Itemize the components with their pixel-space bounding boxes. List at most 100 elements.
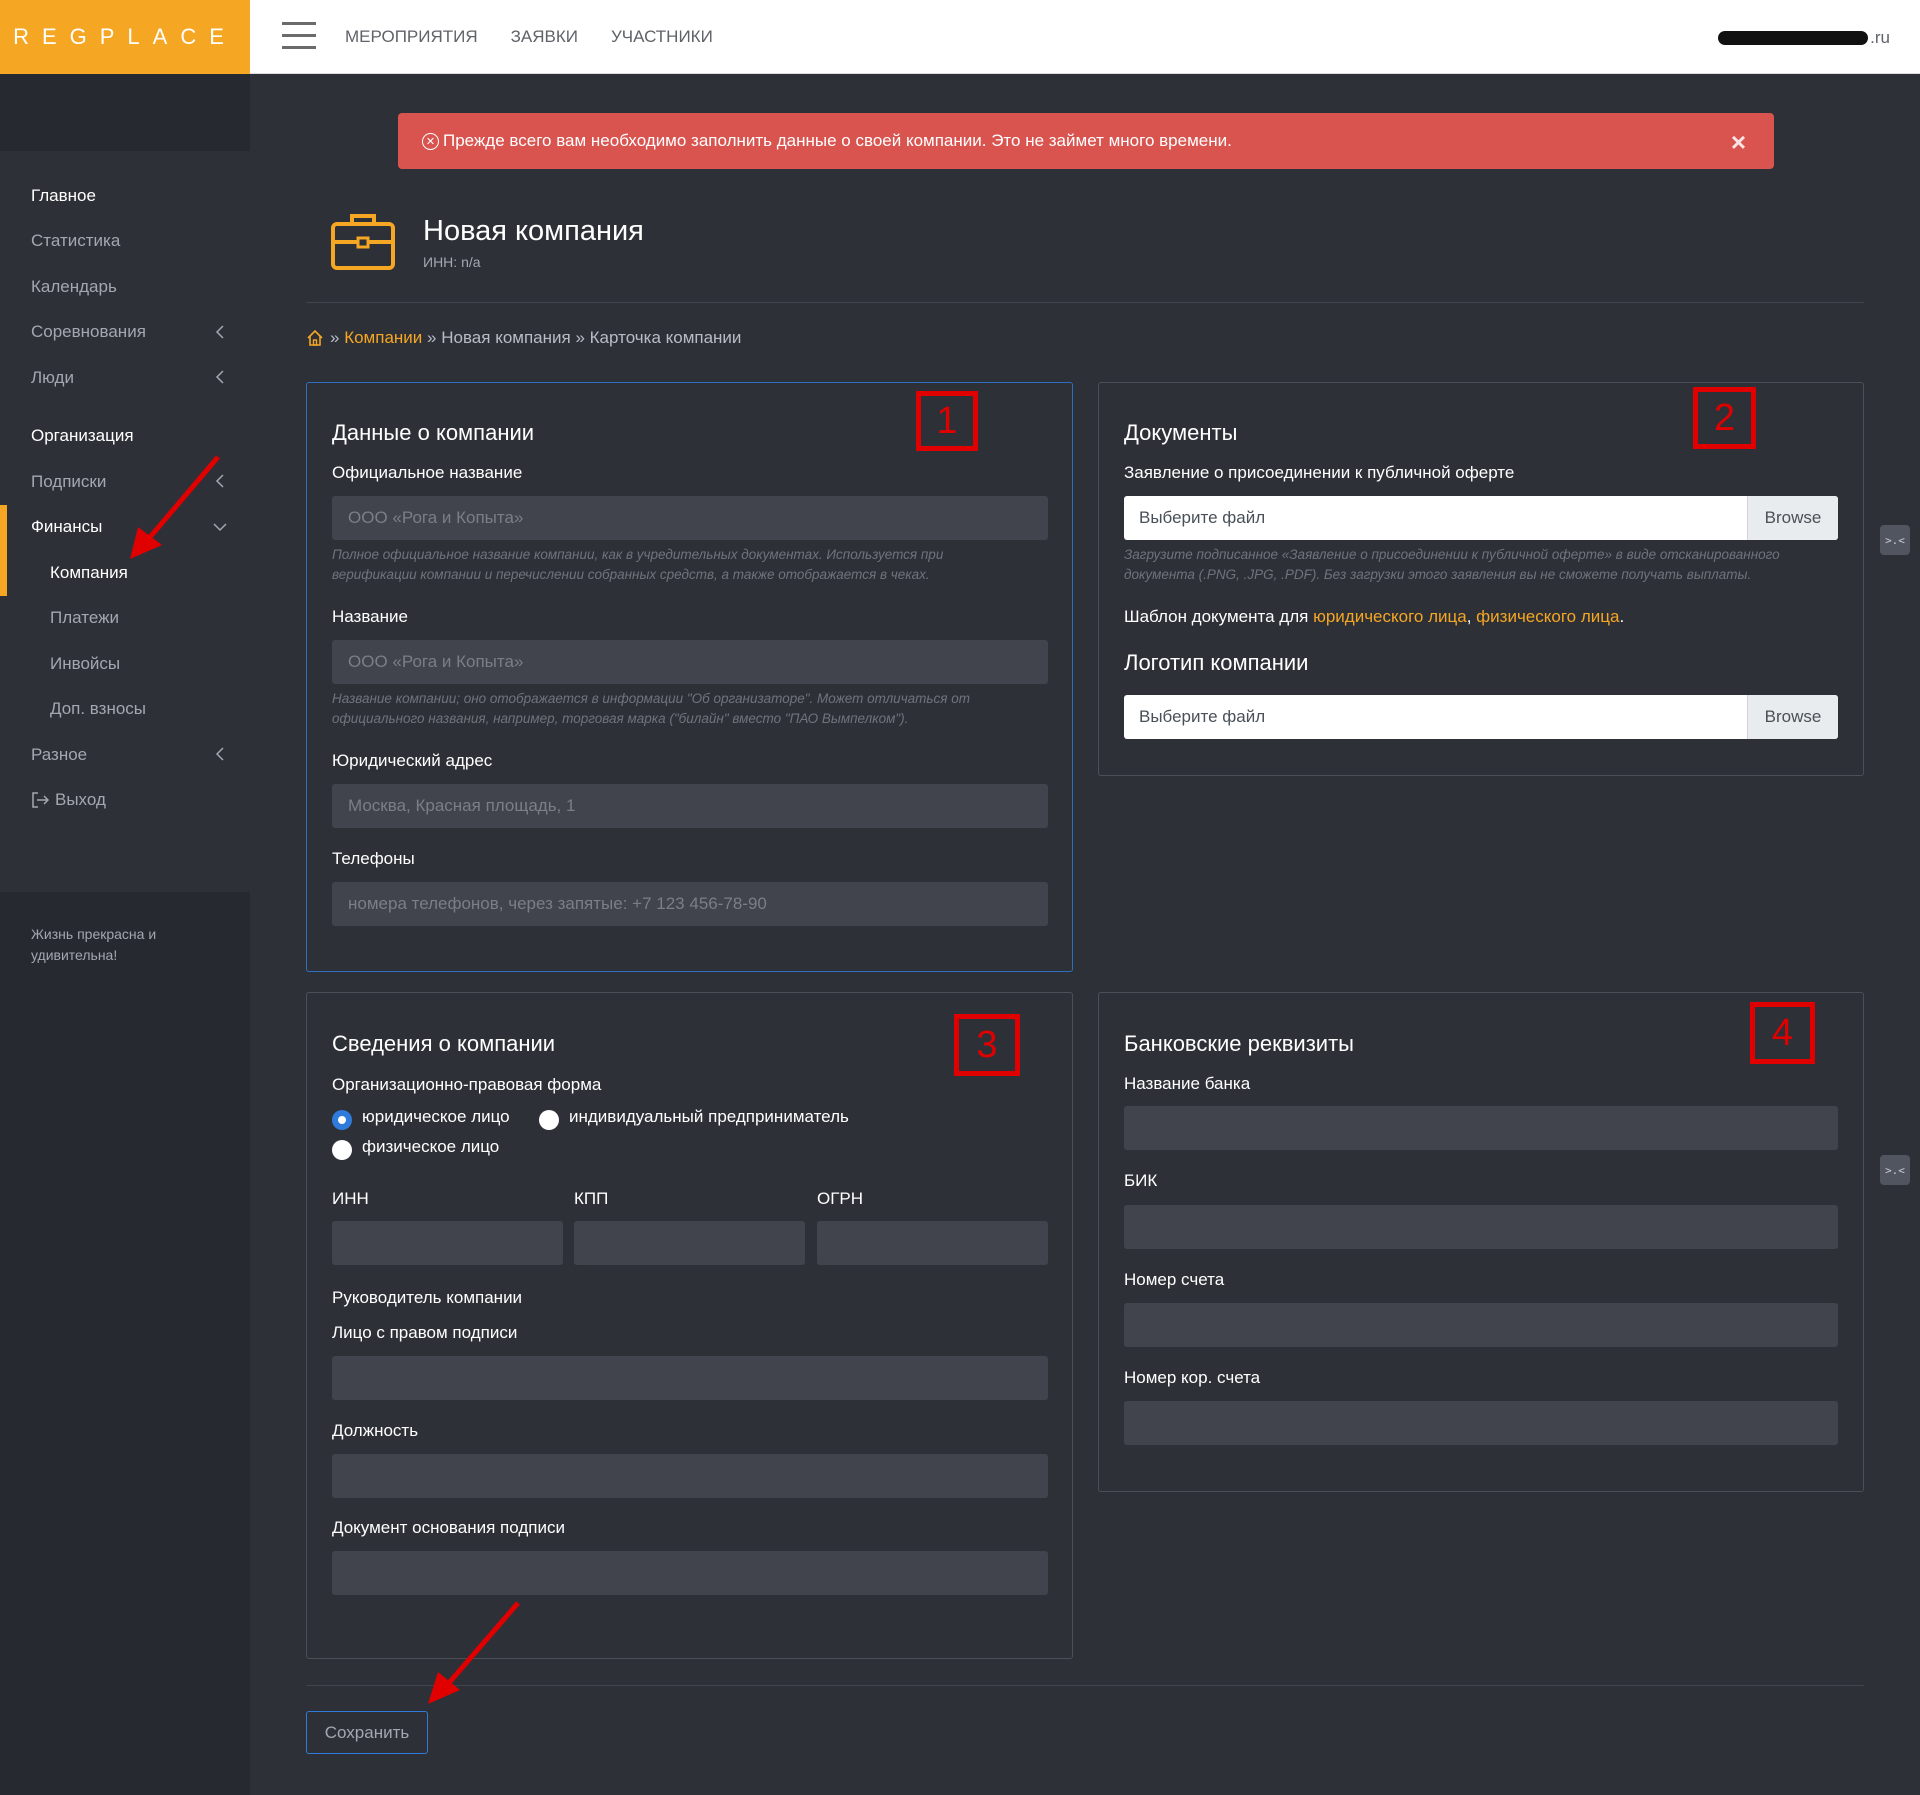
annotation-number-2: 2 <box>1693 387 1756 449</box>
template-legal-link[interactable]: юридического лица <box>1313 607 1467 626</box>
documents-card: 2 Документы Заявление о присоединении к … <box>1098 382 1864 776</box>
breadcrumb-sep: » <box>427 328 437 347</box>
page-title: Новая компания <box>423 215 644 247</box>
sidebar-label: Статистика <box>31 231 121 251</box>
legal-address-input[interactable]: Москва, Красная площадь, 1 <box>332 784 1048 828</box>
sidebar-label: Главное <box>31 185 96 205</box>
official-name-label: Официальное название <box>332 463 523 482</box>
radio-label: физическое лицо <box>362 1137 500 1156</box>
official-name-input[interactable]: ООО «Рога и Копыта» <box>332 496 1048 540</box>
alert-banner: ✕ Прежде всего вам необходимо заполнить … <box>398 113 1774 169</box>
sidebar-item-statistics[interactable]: Статистика <box>0 219 250 265</box>
radio-label: индивидуальный предприниматель <box>569 1107 849 1126</box>
nav-events[interactable]: МЕРОПРИЯТИЯ <box>345 27 478 47</box>
chevron-left-icon <box>215 747 224 761</box>
kpp-input[interactable] <box>574 1221 805 1265</box>
phones-label: Телефоны <box>332 849 415 868</box>
inn-label: ИНН <box>332 1189 369 1208</box>
radio-individual-entrepreneur[interactable]: индивидуальный предприниматель <box>539 1107 849 1130</box>
file-placeholder: Выберите файл <box>1139 508 1266 527</box>
hamburger-menu-icon[interactable] <box>282 22 316 50</box>
sidebar-item-competitions[interactable]: Соревнования <box>0 310 250 356</box>
phones-input[interactable]: номера телефонов, через запятые: +7 123 … <box>332 882 1048 926</box>
save-button[interactable]: Сохранить <box>306 1711 428 1754</box>
sidebar-footer <box>0 892 250 1795</box>
radio-checked-icon <box>332 1110 352 1130</box>
sidebar-item-invoices[interactable]: Инвойсы <box>0 641 250 687</box>
sidebar-item-misc[interactable]: Разное <box>0 732 250 778</box>
divider <box>306 1685 1864 1686</box>
sidebar-label: Выход <box>55 790 106 810</box>
corr-account-label: Номер кор. счета <box>1124 1368 1261 1387</box>
top-navbar: REGPLACE МЕРОПРИЯТИЯ ЗАЯВКИ УЧАСТНИКИ .r… <box>0 0 1920 74</box>
template-physical-link[interactable]: физического лица <box>1476 607 1619 626</box>
browse-button[interactable]: Browse <box>1747 496 1838 540</box>
breadcrumb-sep: » <box>330 328 340 347</box>
sidebar-motto: Жизнь прекрасна и удивительна! <box>31 926 157 963</box>
name-hint: Название компании; оно отображается в ин… <box>332 691 970 726</box>
company-info-card: 3 Сведения о компании Организационно-пра… <box>306 992 1073 1659</box>
home-icon[interactable] <box>306 329 324 347</box>
sidebar-label: Организация <box>31 426 134 446</box>
nav-applications[interactable]: ЗАЯВКИ <box>511 27 578 47</box>
close-icon[interactable]: × <box>1731 127 1746 158</box>
nav-participants[interactable]: УЧАСТНИКИ <box>611 27 713 47</box>
offer-file-input[interactable]: Выберите файл Browse <box>1124 496 1838 540</box>
brand-logo[interactable]: REGPLACE <box>0 0 250 74</box>
name-input[interactable]: ООО «Рога и Копыта» <box>332 640 1048 684</box>
radio-physical-person[interactable]: физическое лицо <box>332 1137 500 1160</box>
page-subtitle: ИНН: n/a <box>423 254 481 270</box>
template-dot: . <box>1619 607 1625 626</box>
side-panel-handle-icon[interactable]: >.< <box>1880 525 1910 555</box>
ogrn-input[interactable] <box>817 1221 1048 1265</box>
annotation-number-3: 3 <box>954 1014 1020 1076</box>
sidebar-label: Календарь <box>31 276 117 296</box>
signer-label: Лицо с правом подписи <box>332 1323 518 1342</box>
breadcrumb: » Компании » Новая компания » Карточка к… <box>306 328 741 348</box>
browse-button[interactable]: Browse <box>1747 695 1838 739</box>
sidebar-item-people[interactable]: Люди <box>0 355 250 401</box>
position-input[interactable] <box>332 1454 1048 1498</box>
position-label: Должность <box>332 1421 419 1440</box>
annotation-number-1: 1 <box>916 391 978 451</box>
user-menu[interactable]: .ru <box>1718 27 1890 49</box>
sidebar-label: Подписки <box>31 471 107 491</box>
inn-input[interactable] <box>332 1221 563 1265</box>
radio-unchecked-icon <box>332 1140 352 1160</box>
card-title: Сведения о компании <box>332 1031 556 1056</box>
alert-text: Прежде всего вам необходимо заполнить да… <box>443 131 1232 150</box>
redacted-email-mask <box>1718 31 1869 45</box>
account-label: Номер счета <box>1124 1270 1225 1289</box>
radio-legal-entity[interactable]: юридическое лицо <box>332 1107 510 1130</box>
sidebar-label: Разное <box>31 744 88 764</box>
error-circle-icon: ✕ <box>422 132 439 150</box>
divider <box>306 302 1864 303</box>
side-panel-handle-icon[interactable]: >.< <box>1880 1155 1910 1185</box>
account-input[interactable] <box>1124 1303 1838 1347</box>
signer-input[interactable] <box>332 1356 1048 1400</box>
logout-icon <box>32 792 50 808</box>
template-links: Шаблон документа для юридического лица, … <box>1124 607 1624 627</box>
chevron-left-icon <box>215 324 224 339</box>
offer-label: Заявление о присоединении к публичной оф… <box>1124 463 1515 482</box>
breadcrumb-companies[interactable]: Компании <box>344 328 422 348</box>
card-title: Документы <box>1124 420 1238 445</box>
sidebar-item-logout[interactable]: Выход <box>0 778 250 824</box>
sidebar-item-calendar[interactable]: Календарь <box>0 264 250 310</box>
sidebar-item-payments[interactable]: Платежи <box>0 596 250 642</box>
corr-account-input[interactable] <box>1124 1401 1838 1445</box>
bank-name-input[interactable] <box>1124 1106 1838 1150</box>
sidebar-label: Инвойсы <box>50 653 121 673</box>
logo-file-input[interactable]: Выберите файл Browse <box>1124 695 1838 739</box>
sidebar-label: Доп. взносы <box>50 699 147 719</box>
sidebar-label: Финансы <box>31 517 103 537</box>
bik-input[interactable] <box>1124 1205 1838 1249</box>
user-email-suffix: .ru <box>1870 28 1890 47</box>
sidebar-item-extra-fees[interactable]: Доп. взносы <box>0 687 250 733</box>
signature-basis-input[interactable] <box>332 1551 1048 1595</box>
signature-basis-label: Документ основания подписи <box>332 1518 565 1537</box>
head-label: Руководитель компании <box>332 1288 523 1307</box>
sidebar: Главное Статистика Календарь Соревновани… <box>0 74 250 1795</box>
breadcrumb-new-company: Новая компания <box>441 328 571 347</box>
file-placeholder: Выберите файл <box>1139 707 1266 726</box>
